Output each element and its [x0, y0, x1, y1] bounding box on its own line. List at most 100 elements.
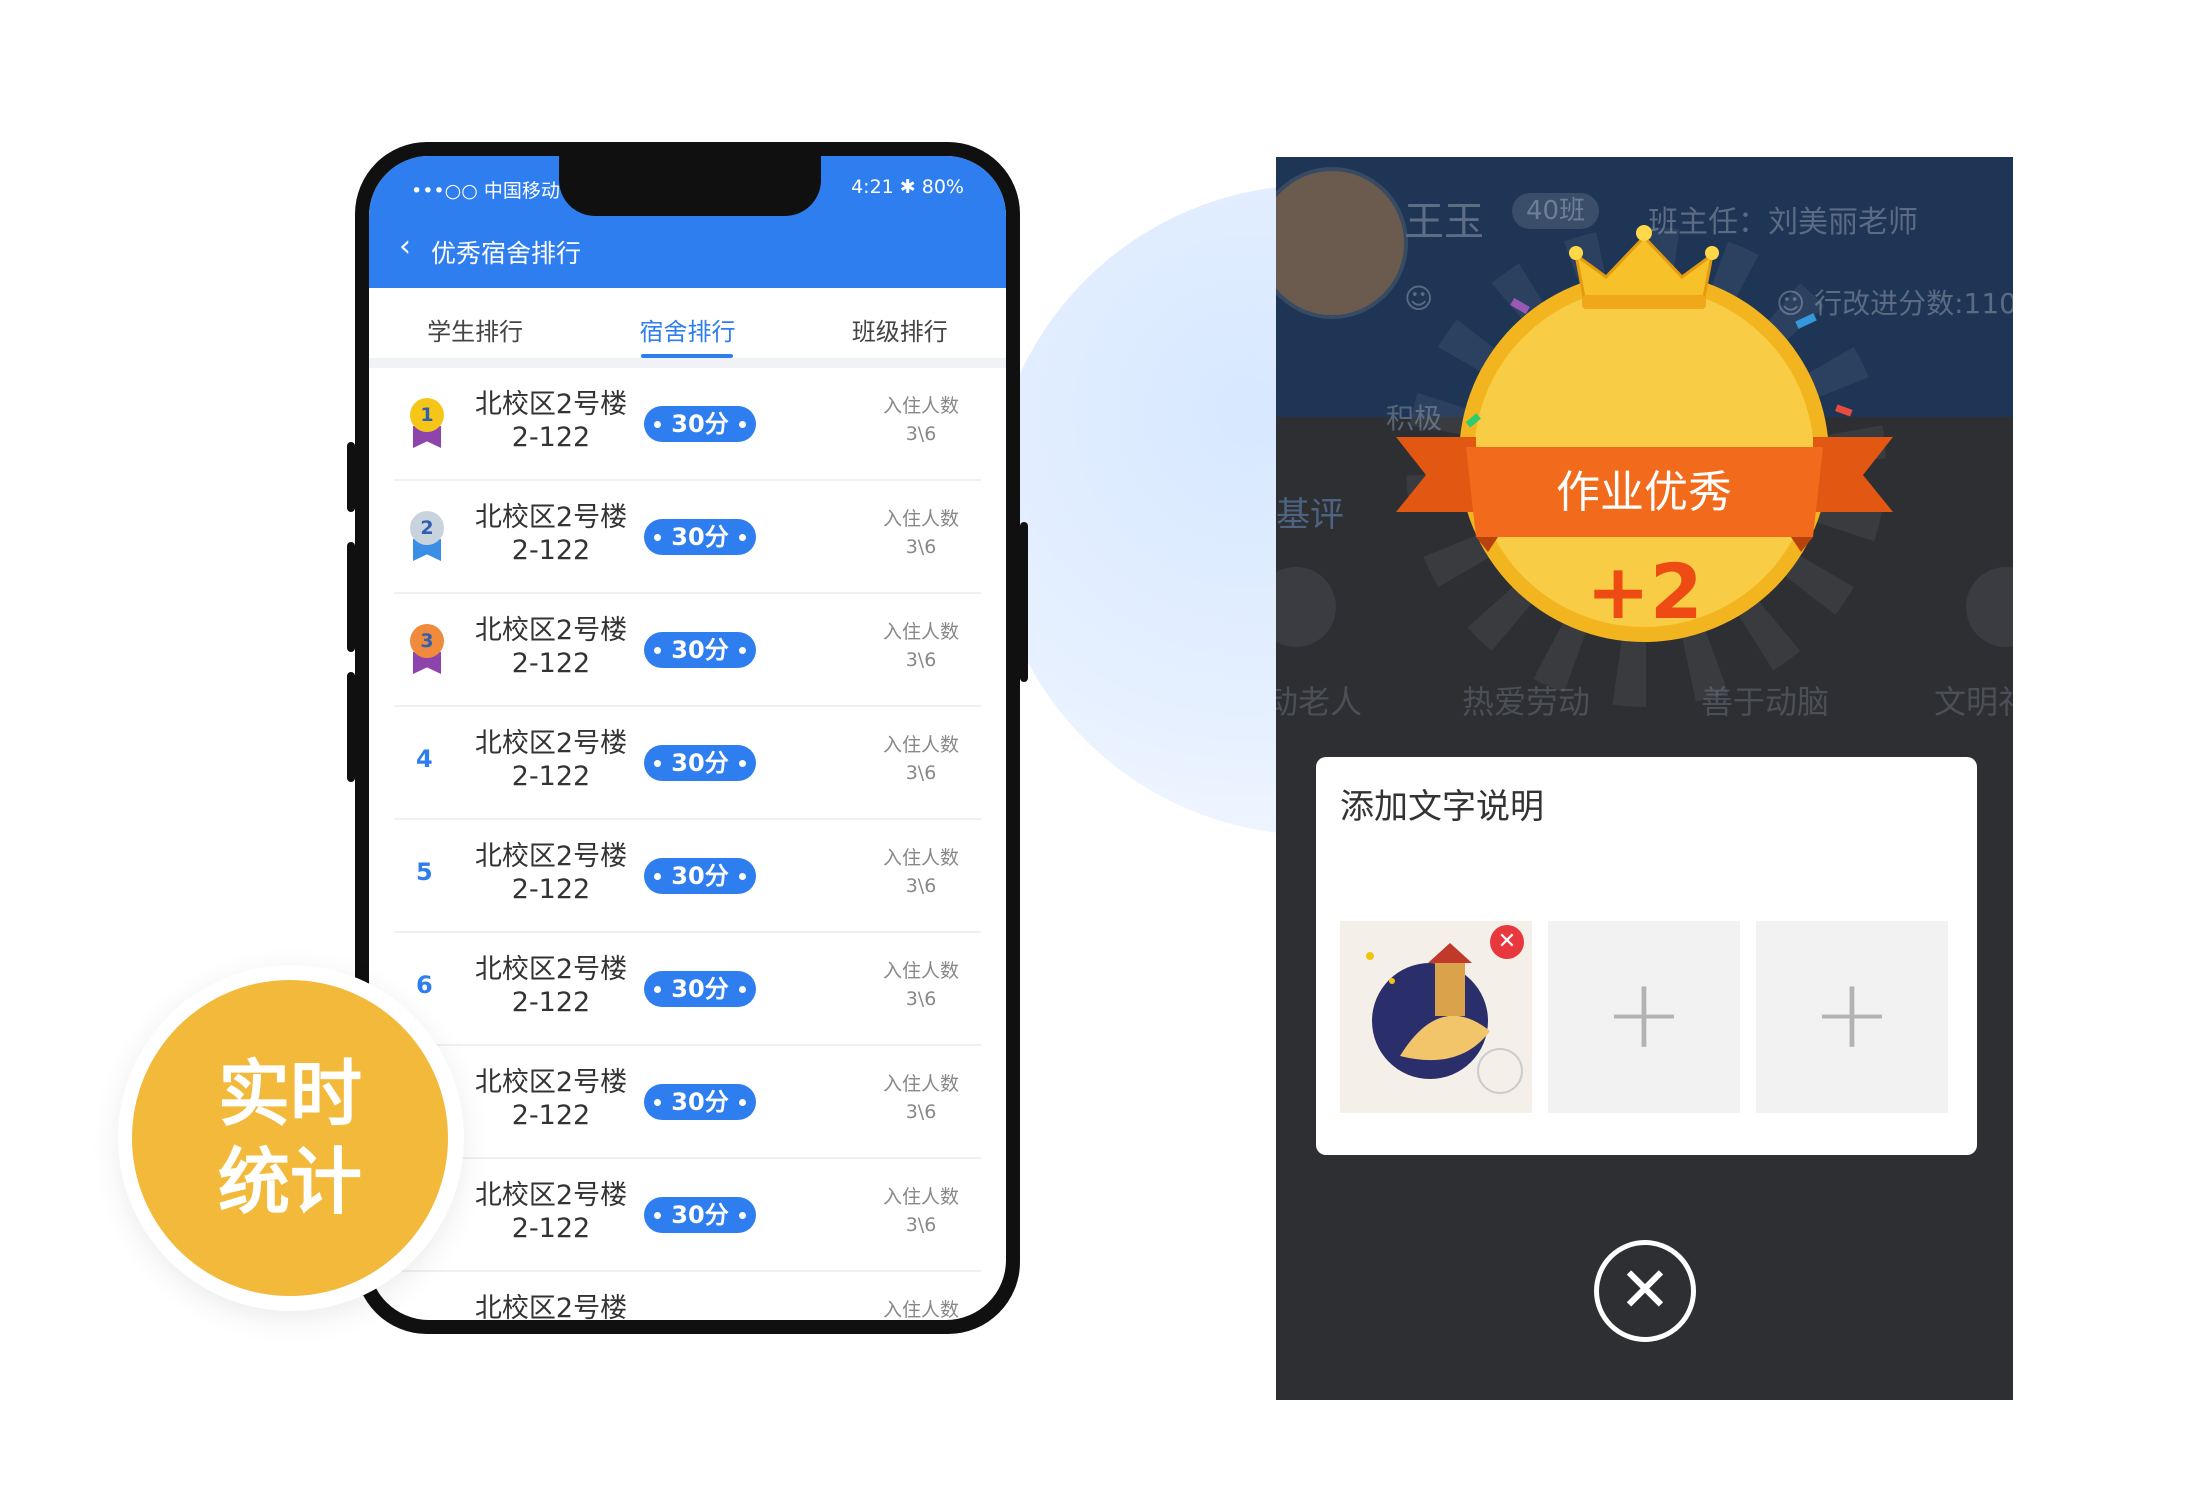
dorm-name: 北校区2号楼 2-122	[466, 727, 636, 793]
dorm-building: 北校区2号楼	[474, 1067, 628, 1098]
phone-notch	[559, 156, 821, 216]
add-photo-slot[interactable]: +	[1756, 921, 1948, 1113]
occupancy-label: 入住人数	[882, 734, 959, 756]
occupancy-value: 3\6	[905, 649, 937, 671]
close-dialog-button[interactable]: ✕	[1594, 1240, 1696, 1342]
ribbon-tail-right	[1813, 437, 1893, 512]
dorm-name: 北校区2号楼 2-122	[466, 953, 636, 1019]
dorm-row[interactable]: 6 北校区2号楼 2-122 30分 入住人数 3\6	[394, 933, 981, 1046]
dorm-room: 2-122	[511, 761, 591, 792]
back-arrow-icon[interactable]: ‹	[399, 232, 411, 262]
dorm-name: 北校区2号楼 2-122	[466, 1179, 636, 1245]
dorm-room: 2-122	[511, 987, 591, 1018]
dorm-building: 北校区2号楼	[474, 502, 628, 533]
tab-dorm-ranking[interactable]: 宿舍排行	[581, 288, 793, 358]
ribbon-tail-left	[1396, 437, 1476, 512]
phone-side-button	[347, 672, 355, 782]
occupancy-label: 入住人数	[882, 960, 959, 982]
dorm-room: 2-122	[511, 535, 591, 566]
crown-icon	[1573, 234, 1715, 299]
dorm-name: 北校区2号楼 2-122	[466, 388, 636, 454]
dorm-row[interactable]: 5 北校区2号楼 2-122 30分 入住人数 3\6	[394, 820, 981, 933]
dorm-name: 北校区2号楼 2-122	[466, 1066, 636, 1132]
dorm-row[interactable]: 北校区2号楼 2-122 30分 入住人数 3\6	[394, 1159, 981, 1272]
occupancy: 入住人数 3\6	[871, 1070, 971, 1126]
award-title-svg: 作业优秀	[1556, 467, 1732, 518]
dorm-room: 2-122	[511, 648, 591, 679]
stage: •••○○ 中国移动 ᯤ 4:21 ✱ 80% ‹ 优秀宿舍排行 学生排行 宿舍…	[0, 0, 2190, 1500]
dorm-row[interactable]: 北校区2号楼 2-122 30分 入住人数 3\6	[394, 1046, 981, 1159]
rank-medal-icon: 2	[404, 511, 450, 567]
dorm-room: 2-122	[511, 1100, 591, 1131]
rank-number: 6	[416, 971, 433, 999]
occupancy-value: 3\6	[905, 423, 937, 445]
award-points: +2	[1586, 547, 1703, 636]
remove-photo-icon[interactable]: ✕	[1490, 925, 1524, 959]
dorm-building: 北校区2号楼	[474, 615, 628, 646]
ranking-tabs: 学生排行 宿舍排行 班级排行	[369, 288, 1006, 368]
rank-medal-icon: 3	[404, 624, 450, 680]
rank-medal-icon: 1	[404, 398, 450, 454]
phone-screen: •••○○ 中国移动 ᯤ 4:21 ✱ 80% ‹ 优秀宿舍排行 学生排行 宿舍…	[369, 156, 1006, 1320]
tab-class-ranking[interactable]: 班级排行	[794, 288, 1006, 358]
score-pill: 30分	[644, 519, 756, 555]
badge-line2: 统计	[217, 1140, 362, 1224]
dorm-room: 2-122	[511, 422, 591, 453]
rank-number: 4	[416, 745, 433, 773]
occupancy-label: 入住人数	[882, 847, 959, 869]
occupancy: 入住人数 3\6	[871, 1183, 971, 1239]
score-pill: 30分	[644, 1084, 756, 1120]
phone-side-button	[347, 442, 355, 512]
dorm-row[interactable]: 4 北校区2号楼 2-122 30分 入住人数 3\6	[394, 707, 981, 820]
occupancy: 入住人数 3\6	[871, 844, 971, 900]
dorm-ranking-list: 1 北校区2号楼 2-122 30分 入住人数 3\6 2 北校区2号楼 2-1…	[369, 368, 1006, 1320]
occupancy-label: 入住人数	[882, 1299, 959, 1320]
occupancy: 入住人数 3\6	[871, 618, 971, 674]
score-pill: 30分	[644, 971, 756, 1007]
occupancy: 入住人数 3\6	[871, 731, 971, 787]
dorm-room: 2-122	[511, 874, 591, 905]
dorm-row[interactable]: 3 北校区2号楼 2-122 30分 入住人数 3\6	[394, 594, 981, 707]
dorm-name: 北校区2号楼 2-122	[466, 501, 636, 567]
dorm-building: 北校区2号楼	[474, 1180, 628, 1211]
dialog-title[interactable]: 添加文字说明	[1340, 779, 1544, 828]
dorm-name: 北校区2号楼	[466, 1292, 636, 1320]
dorm-name: 北校区2号楼 2-122	[466, 840, 636, 906]
score-pill: 30分	[644, 858, 756, 894]
nav-bar: ‹ 优秀宿舍排行	[369, 212, 1006, 288]
occupancy: 入住人数 3\6	[871, 505, 971, 561]
add-photo-slot[interactable]: +	[1548, 921, 1740, 1113]
add-photo-icon: +	[1603, 958, 1685, 1070]
occupancy-label: 入住人数	[882, 1073, 959, 1095]
badge-line1: 实时	[217, 1052, 362, 1136]
occupancy: 入住人数	[871, 1296, 971, 1320]
rank-number: 5	[416, 858, 433, 886]
crown-base	[1582, 295, 1706, 309]
phone-side-button	[347, 542, 355, 652]
score-pill: 30分	[644, 632, 756, 668]
rank-number: 2	[410, 511, 444, 545]
occupancy-value: 3\6	[905, 988, 937, 1010]
photo-thumbnail[interactable]: ✕	[1340, 921, 1532, 1113]
tab-student-ranking[interactable]: 学生排行	[369, 288, 581, 358]
award-graphic: 作业优秀	[1396, 225, 1893, 552]
rank-number: 3	[410, 624, 444, 658]
score-pill: 30分	[644, 406, 756, 442]
score-pill: 30分	[644, 745, 756, 781]
phone-power-button	[1020, 522, 1028, 682]
dorm-row[interactable]: 1 北校区2号楼 2-122 30分 入住人数 3\6	[394, 368, 981, 481]
time-battery: 4:21 ✱ 80%	[851, 176, 964, 198]
dorm-row[interactable]: 北校区2号楼 入住人数	[394, 1272, 981, 1320]
score-pill: 30分	[644, 1197, 756, 1233]
award-panel: 王玉 40班 班主任：刘美丽老师 ☺ ☺ 行改进分数:110 积极 基评 动老人…	[1276, 157, 2013, 1400]
dorm-building: 北校区2号楼	[474, 954, 628, 985]
add-photo-icon: +	[1811, 958, 1893, 1070]
occupancy-label: 入住人数	[882, 508, 959, 530]
carrier-signal: •••○○ 中国移动 ᯤ	[411, 180, 584, 202]
occupancy: 入住人数 3\6	[871, 392, 971, 448]
dorm-row[interactable]: 2 北校区2号楼 2-122 30分 入住人数 3\6	[394, 481, 981, 594]
dorm-building: 北校区2号楼	[474, 1293, 628, 1320]
occupancy-label: 入住人数	[882, 621, 959, 643]
occupancy-value: 3\6	[905, 1101, 937, 1123]
dorm-building: 北校区2号楼	[474, 728, 628, 759]
